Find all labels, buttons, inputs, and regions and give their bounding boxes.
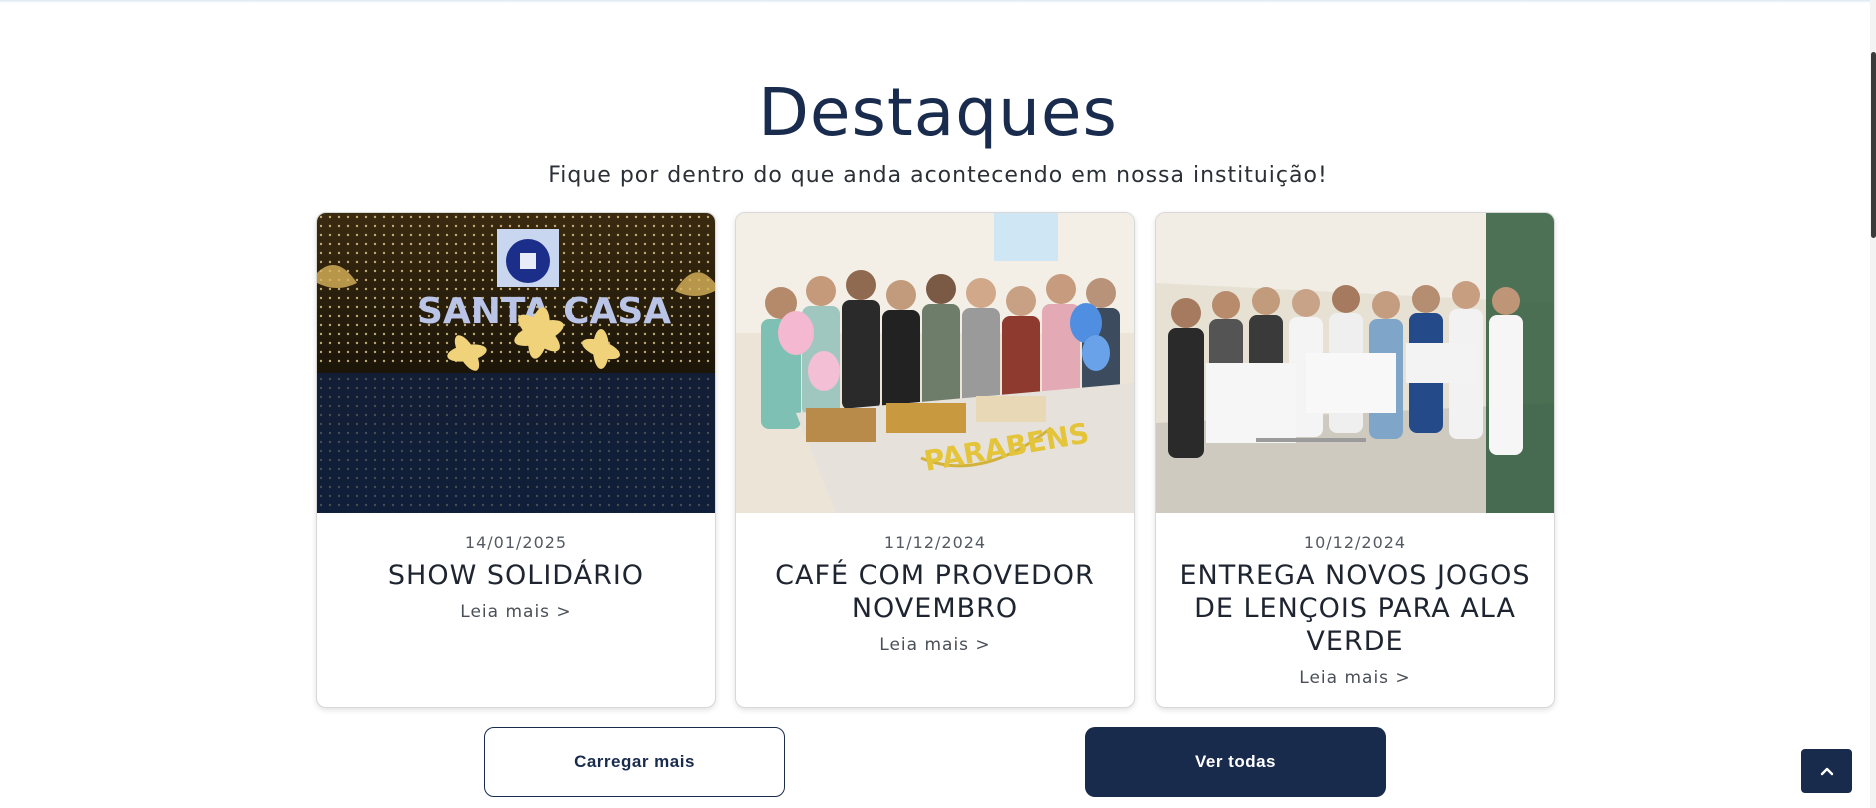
show-solidario-photo: SANTA CASA: [317, 213, 715, 513]
news-card-show-solidario[interactable]: SANTA CASA 14/01/2025 SHOW SOLIDÁRIO Lei…: [316, 212, 716, 708]
load-more-button[interactable]: Carregar mais: [484, 727, 785, 797]
news-card-date: 14/01/2025: [464, 533, 568, 552]
news-card-image[interactable]: PARABENS: [736, 213, 1134, 513]
news-card-image[interactable]: SANTA CASA: [317, 213, 715, 513]
read-more-link[interactable]: Leia mais >: [1156, 666, 1554, 690]
read-more-link[interactable]: Leia mais >: [736, 633, 1134, 657]
read-more-link[interactable]: Leia mais >: [317, 600, 715, 624]
news-card-title[interactable]: CAFÉ COM PROVEDOR NOVEMBRO: [754, 559, 1116, 625]
news-cards: SANTA CASA 14/01/2025 SHOW SOLIDÁRIO Lei…: [316, 212, 1555, 708]
entrega-lencois-photo: [1156, 213, 1554, 513]
news-card-image[interactable]: [1156, 213, 1554, 513]
news-card-date: 10/12/2024: [1303, 533, 1407, 552]
cafe-com-provedor-photo: PARABENS: [736, 213, 1134, 513]
news-card-entrega-lencois[interactable]: 10/12/2024 ENTREGA NOVOS JOGOS DE LENÇOI…: [1155, 212, 1555, 708]
chevron-up-icon: [1820, 767, 1833, 776]
section-subtitle: Fique por dentro do que anda acontecendo…: [548, 163, 1328, 188]
news-card-title[interactable]: ENTREGA NOVOS JOGOS DE LENÇOIS PARA ALA …: [1174, 559, 1536, 658]
top-divider: [0, 0, 1876, 3]
news-card-cafe-com-provedor[interactable]: PARABENS 11/12/2024 CAFÉ COM PROVEDOR NO…: [735, 212, 1135, 708]
news-card-title[interactable]: SHOW SOLIDÁRIO: [335, 559, 697, 592]
back-to-top-button[interactable]: [1801, 749, 1852, 793]
news-card-date: 11/12/2024: [883, 533, 987, 552]
view-all-button[interactable]: Ver todas: [1085, 727, 1386, 797]
section-title: Destaques: [758, 74, 1118, 151]
